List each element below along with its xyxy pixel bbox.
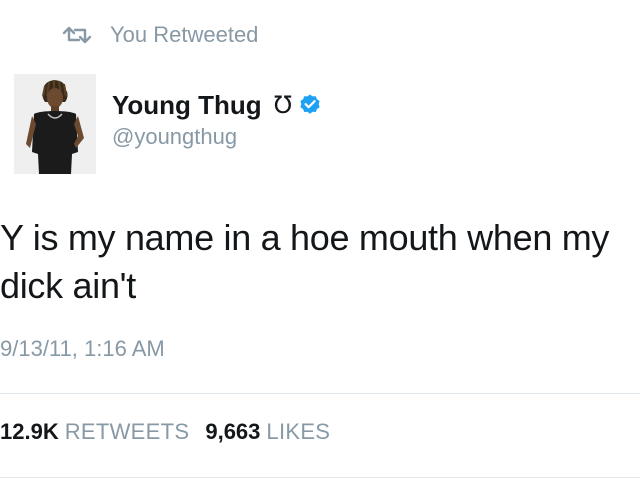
- tweet-timestamp[interactable]: 9/13/11, 1:16 AM: [0, 336, 165, 362]
- retweets-count: 12.9K: [0, 419, 59, 444]
- author-block: Young Thug Ʊ @youngthug: [112, 88, 322, 150]
- tweet-text-line: dick ain't: [0, 265, 136, 306]
- display-name[interactable]: Young Thug: [112, 90, 262, 121]
- divider: [0, 477, 640, 478]
- tweet-card: You Retweeted Young Thug Ʊ @youngthug Y …: [0, 0, 640, 482]
- likes-stat[interactable]: 9,663 LIKES: [205, 419, 330, 445]
- retweet-icon: [62, 26, 92, 44]
- name-emoji: Ʊ: [273, 91, 293, 119]
- verified-badge-icon: [300, 94, 320, 114]
- retweet-context[interactable]: You Retweeted: [62, 21, 258, 49]
- tweet-text: Y is my name in a hoe mouth when my dick…: [0, 214, 640, 310]
- likes-count: 9,663: [205, 419, 261, 444]
- user-handle[interactable]: @youngthug: [112, 124, 322, 150]
- avatar[interactable]: [14, 74, 96, 174]
- retweet-context-label: You Retweeted: [110, 22, 259, 47]
- retweets-stat[interactable]: 12.9K RETWEETS: [0, 419, 189, 445]
- retweets-label: RETWEETS: [64, 419, 190, 444]
- display-name-row: Young Thug Ʊ: [112, 88, 322, 122]
- profile-photo: [14, 74, 96, 174]
- tweet-stats: 12.9K RETWEETS 9,663 LIKES: [0, 419, 330, 445]
- tweet-text-line: Y is my name in a hoe mouth when my: [0, 217, 610, 258]
- likes-label: LIKES: [266, 419, 331, 444]
- divider: [0, 393, 640, 394]
